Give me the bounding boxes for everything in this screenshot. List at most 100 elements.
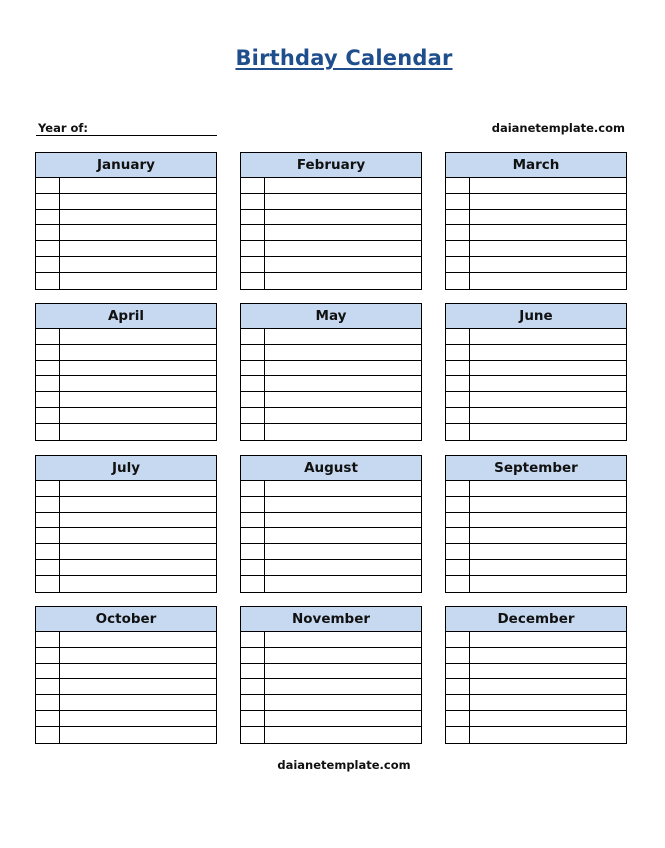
day-cell[interactable] xyxy=(36,241,60,256)
day-cell[interactable] xyxy=(446,647,470,663)
day-cell[interactable] xyxy=(446,481,470,496)
year-field[interactable]: Year of: xyxy=(36,121,217,136)
day-cell[interactable] xyxy=(241,496,265,512)
name-cell[interactable] xyxy=(471,679,626,694)
name-cell[interactable] xyxy=(471,648,626,663)
name-cell[interactable] xyxy=(61,329,216,344)
day-cell[interactable] xyxy=(241,726,265,743)
name-cell[interactable] xyxy=(471,544,626,559)
day-cell[interactable] xyxy=(36,679,60,695)
name-cell[interactable] xyxy=(266,257,421,272)
day-cell[interactable] xyxy=(36,178,60,193)
name-cell[interactable] xyxy=(471,392,626,407)
day-cell[interactable] xyxy=(446,632,470,647)
name-cell[interactable] xyxy=(471,632,626,647)
name-cell[interactable] xyxy=(61,528,216,543)
day-cell[interactable] xyxy=(446,241,470,256)
day-cell[interactable] xyxy=(241,544,265,559)
day-cell[interactable] xyxy=(36,512,60,528)
day-cell[interactable] xyxy=(241,329,265,344)
day-cell[interactable] xyxy=(36,423,60,440)
name-cell[interactable] xyxy=(471,481,626,496)
name-cell[interactable] xyxy=(61,664,216,679)
day-cell[interactable] xyxy=(446,544,470,559)
name-cell[interactable] xyxy=(61,194,216,209)
name-cell[interactable] xyxy=(471,361,626,376)
day-cell[interactable] xyxy=(446,663,470,679)
name-cell[interactable] xyxy=(471,424,626,440)
name-cell[interactable] xyxy=(266,497,421,512)
name-cell[interactable] xyxy=(266,695,421,710)
day-cell[interactable] xyxy=(36,344,60,360)
name-cell[interactable] xyxy=(61,648,216,663)
name-cell[interactable] xyxy=(471,194,626,209)
day-cell[interactable] xyxy=(36,726,60,743)
name-cell[interactable] xyxy=(471,497,626,512)
day-cell[interactable] xyxy=(446,193,470,209)
name-cell[interactable] xyxy=(471,560,626,575)
name-cell[interactable] xyxy=(266,361,421,376)
name-cell[interactable] xyxy=(61,497,216,512)
day-cell[interactable] xyxy=(446,376,470,392)
name-cell[interactable] xyxy=(471,664,626,679)
day-cell[interactable] xyxy=(446,209,470,225)
day-cell[interactable] xyxy=(241,392,265,407)
name-cell[interactable] xyxy=(266,241,421,256)
name-cell[interactable] xyxy=(61,481,216,496)
name-cell[interactable] xyxy=(266,194,421,209)
day-cell[interactable] xyxy=(446,559,470,575)
day-cell[interactable] xyxy=(36,329,60,344)
name-cell[interactable] xyxy=(266,528,421,543)
name-cell[interactable] xyxy=(471,257,626,272)
name-cell[interactable] xyxy=(266,679,421,694)
day-cell[interactable] xyxy=(241,376,265,392)
day-cell[interactable] xyxy=(36,575,60,592)
name-cell[interactable] xyxy=(471,178,626,193)
day-cell[interactable] xyxy=(241,241,265,256)
name-cell[interactable] xyxy=(61,376,216,391)
name-cell[interactable] xyxy=(266,210,421,225)
name-cell[interactable] xyxy=(471,225,626,240)
day-cell[interactable] xyxy=(241,209,265,225)
name-cell[interactable] xyxy=(266,727,421,743)
day-cell[interactable] xyxy=(241,663,265,679)
name-cell[interactable] xyxy=(61,727,216,743)
day-cell[interactable] xyxy=(241,256,265,272)
day-cell[interactable] xyxy=(446,256,470,272)
day-cell[interactable] xyxy=(241,710,265,726)
name-cell[interactable] xyxy=(266,225,421,240)
name-cell[interactable] xyxy=(61,513,216,528)
name-cell[interactable] xyxy=(61,632,216,647)
day-cell[interactable] xyxy=(446,329,470,344)
name-cell[interactable] xyxy=(266,178,421,193)
name-cell[interactable] xyxy=(266,711,421,726)
name-cell[interactable] xyxy=(61,241,216,256)
name-cell[interactable] xyxy=(61,210,216,225)
day-cell[interactable] xyxy=(36,647,60,663)
name-cell[interactable] xyxy=(266,560,421,575)
day-cell[interactable] xyxy=(36,272,60,289)
name-cell[interactable] xyxy=(471,576,626,592)
day-cell[interactable] xyxy=(446,726,470,743)
name-cell[interactable] xyxy=(266,481,421,496)
day-cell[interactable] xyxy=(241,481,265,496)
day-cell[interactable] xyxy=(241,360,265,376)
day-cell[interactable] xyxy=(36,360,60,376)
day-cell[interactable] xyxy=(446,496,470,512)
name-cell[interactable] xyxy=(471,727,626,743)
name-cell[interactable] xyxy=(266,392,421,407)
day-cell[interactable] xyxy=(241,423,265,440)
day-cell[interactable] xyxy=(241,679,265,695)
day-cell[interactable] xyxy=(241,272,265,289)
day-cell[interactable] xyxy=(241,559,265,575)
name-cell[interactable] xyxy=(471,241,626,256)
day-cell[interactable] xyxy=(446,178,470,193)
day-cell[interactable] xyxy=(36,559,60,575)
name-cell[interactable] xyxy=(266,664,421,679)
name-cell[interactable] xyxy=(266,576,421,592)
day-cell[interactable] xyxy=(241,193,265,209)
name-cell[interactable] xyxy=(266,273,421,289)
day-cell[interactable] xyxy=(446,407,470,423)
day-cell[interactable] xyxy=(241,344,265,360)
day-cell[interactable] xyxy=(446,695,470,710)
